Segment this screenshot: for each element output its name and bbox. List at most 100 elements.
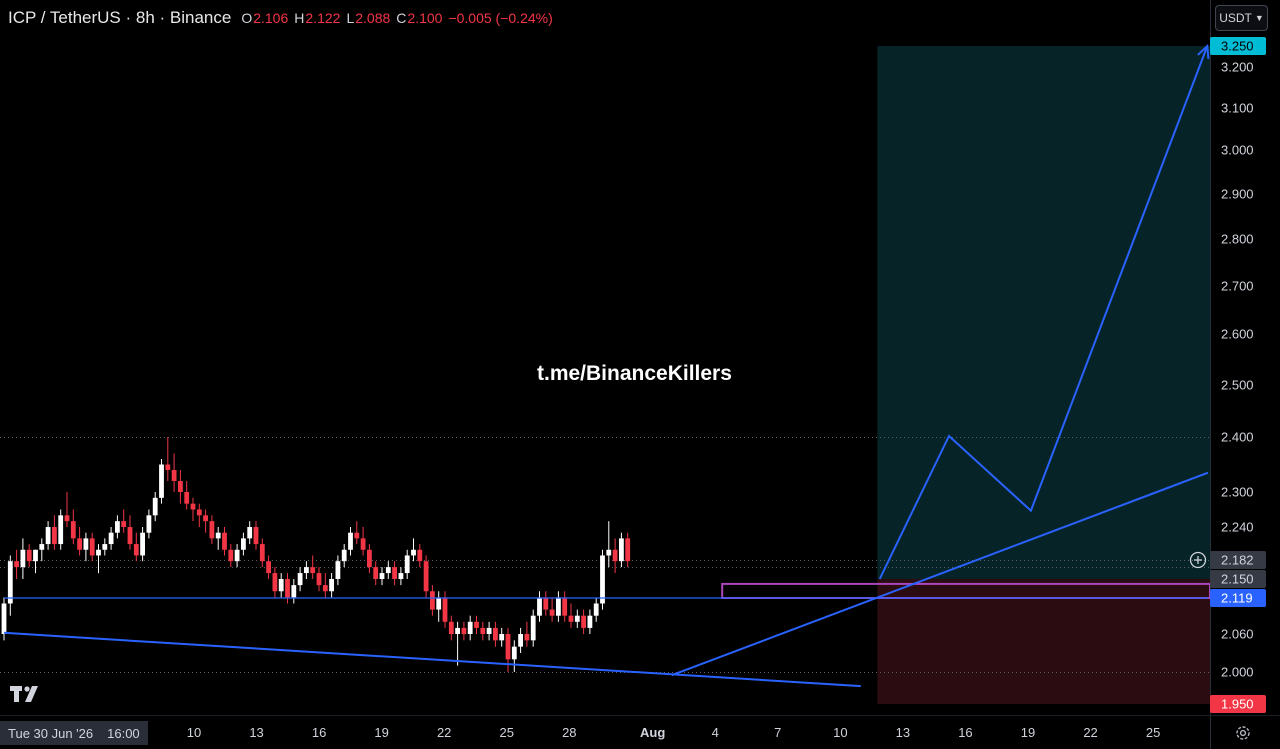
candle-body: [398, 573, 404, 579]
close-key: C: [396, 10, 407, 26]
time-tick: 19: [374, 725, 388, 740]
candle: [253, 521, 259, 550]
price-tag-text: 1.950: [1221, 697, 1254, 712]
candle-body: [310, 567, 316, 574]
candle-body: [581, 615, 586, 628]
ohlc-close: C2.100: [396, 10, 442, 26]
candle-body: [253, 527, 259, 545]
candle: [455, 621, 460, 666]
ohlc-open: O2.106: [241, 10, 288, 26]
candle: [70, 509, 76, 545]
time-tick: 19: [1021, 725, 1035, 740]
candle-body: [146, 515, 152, 533]
candle-body: [247, 527, 253, 539]
price-tick: 2.800: [1221, 232, 1254, 247]
candle: [259, 538, 265, 568]
time-tick: 4: [712, 725, 719, 740]
candle-body: [404, 555, 410, 574]
candle: [448, 615, 454, 641]
descending-trendline: [3, 631, 861, 688]
time-axis[interactable]: 10 13 16 19 22 25 28 Aug 4 7 10 13 16 19 22 25: [187, 725, 1161, 740]
candle: [530, 609, 536, 647]
plus-circle-icon[interactable]: [1188, 550, 1208, 570]
candle: [96, 544, 101, 574]
time-tick: 16: [958, 725, 972, 740]
candle-body: [411, 549, 416, 556]
symbol-title[interactable]: ICP / TetherUS · 8h · Binance: [8, 8, 231, 28]
candle-body: [341, 549, 347, 562]
time-tick: Aug: [640, 725, 665, 740]
candle-body: [89, 538, 95, 556]
candle-body: [329, 579, 334, 592]
time-tick: 22: [1083, 725, 1097, 740]
candle-body: [14, 561, 19, 568]
candle-body: [291, 585, 297, 598]
candle: [171, 453, 177, 492]
candle: [341, 544, 347, 568]
candle-body: [196, 509, 202, 516]
price-tag-2.182: 2.182: [1210, 551, 1266, 569]
candle: [335, 555, 341, 586]
candle: [272, 567, 278, 598]
candle: [83, 532, 89, 562]
candle-body: [1, 603, 7, 634]
candle: [373, 561, 379, 586]
price-tag-2.119: 2.119: [1210, 589, 1266, 607]
candle: [524, 621, 530, 647]
candle-body: [385, 567, 391, 574]
candle-body: [505, 634, 511, 660]
candle: [436, 591, 442, 622]
price-tag-text: 3.250: [1221, 39, 1254, 54]
candle-body: [455, 627, 460, 634]
candle: [411, 538, 416, 562]
settings-icon[interactable]: [1234, 724, 1252, 742]
candle-body: [190, 503, 196, 510]
time-tick: 16: [312, 725, 326, 740]
candle-body: [392, 567, 397, 579]
candle: [581, 609, 586, 634]
candle-body: [266, 561, 271, 574]
candle-body: [83, 538, 89, 550]
tradingview-logo-icon[interactable]: [10, 686, 44, 702]
time-tick: 22: [437, 725, 451, 740]
candle: [360, 527, 366, 556]
candle-body: [140, 532, 145, 556]
candle: [165, 437, 171, 481]
candle-body: [203, 515, 208, 522]
candle: [423, 555, 429, 598]
candle: [146, 509, 152, 539]
channel-watermark: t.me/BinanceKillers: [537, 362, 732, 385]
candle: [619, 532, 624, 568]
candle: [140, 527, 145, 562]
candle: [20, 538, 26, 579]
candle-body: [556, 597, 561, 616]
candle: [310, 555, 316, 579]
candle-body: [606, 549, 612, 556]
candle: [121, 509, 127, 533]
candle: [379, 567, 385, 586]
price-tag-text: 2.119: [1221, 591, 1253, 606]
symbol-header: ICP / TetherUS · 8h · Binance O2.106 H2.…: [8, 8, 553, 28]
candle-body: [518, 634, 523, 647]
candle-body: [373, 567, 379, 579]
candle: [64, 492, 70, 527]
candle-body: [228, 549, 234, 562]
candle: [247, 521, 253, 545]
candle: [625, 532, 631, 568]
ohlc-low: L2.088: [346, 10, 390, 26]
candles-layer: [1, 437, 631, 672]
candle: [461, 621, 467, 641]
currency-button[interactable]: USDT ▼: [1215, 5, 1268, 31]
candle: [297, 567, 303, 592]
candle: [45, 521, 51, 550]
candle: [266, 555, 271, 579]
candle-body: [171, 470, 177, 481]
candle-body: [285, 579, 290, 598]
candle: [537, 591, 542, 622]
candle-body: [70, 521, 76, 539]
close-value: 2.100: [407, 10, 443, 26]
candle: [562, 591, 568, 622]
candle-body: [436, 597, 442, 610]
candle: [159, 459, 164, 504]
candle: [133, 532, 139, 562]
